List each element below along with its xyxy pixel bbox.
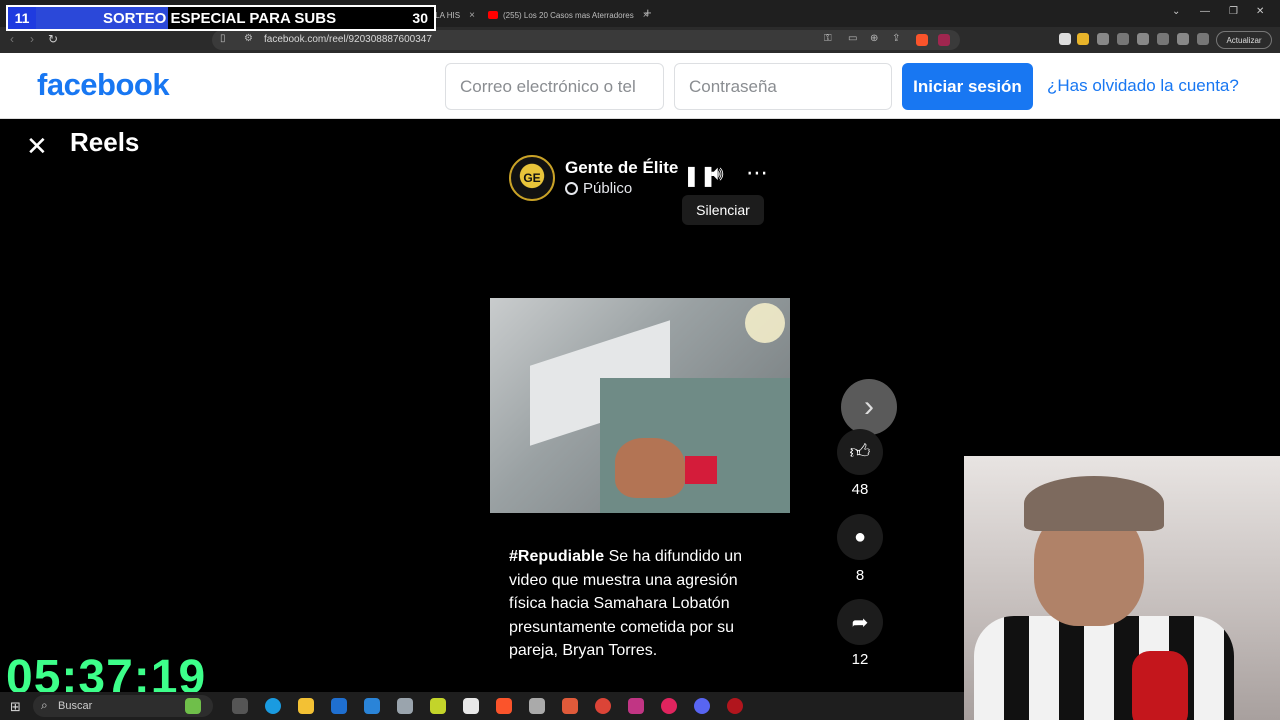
search-icon: ⌕ xyxy=(41,698,48,712)
privacy-label: Público xyxy=(565,180,632,197)
facebook-logo[interactable]: facebook xyxy=(37,67,170,103)
webcam-frame xyxy=(974,616,1234,720)
chevron-down-icon[interactable]: ⌄ xyxy=(1172,6,1180,17)
comment-icon: ● xyxy=(853,525,867,548)
search-label: Buscar xyxy=(58,700,93,712)
banner-right-number: 30 xyxy=(412,10,428,26)
more-options-icon[interactable]: ⋯ xyxy=(746,160,768,186)
browser-tab[interactable]: (255) Los 20 Casos mas Aterradores × xyxy=(480,4,657,26)
minimize-button[interactable]: — xyxy=(1200,6,1210,17)
wallet-icon[interactable] xyxy=(1157,33,1169,45)
video-frame xyxy=(615,438,685,498)
sidebar-icon[interactable] xyxy=(1137,33,1149,45)
reel-video[interactable] xyxy=(490,298,790,513)
windows-start-icon[interactable]: ⊞ xyxy=(10,699,21,715)
mail-icon[interactable] xyxy=(364,698,380,714)
instagram-icon[interactable] xyxy=(628,698,644,714)
comment-button[interactable]: ● xyxy=(837,514,883,560)
screen-icon[interactable]: ▭ xyxy=(848,33,857,44)
youtube-icon xyxy=(488,11,498,19)
share-count: 12 xyxy=(851,651,869,668)
banner-text: SORTEO ESPECIAL PARA SUBS xyxy=(103,10,337,27)
vpn-icon[interactable] xyxy=(1197,33,1209,45)
window-close-button[interactable]: ✕ xyxy=(1256,6,1264,17)
volume-icon[interactable]: 🔊︎ xyxy=(711,163,724,186)
video-frame xyxy=(745,303,785,343)
chrome-icon[interactable] xyxy=(595,698,611,714)
comment-count: 8 xyxy=(855,567,865,584)
password-field[interactable]: Contraseña xyxy=(674,63,892,110)
discord-icon[interactable] xyxy=(694,698,710,714)
video-frame xyxy=(685,456,717,484)
tab-title: (255) Los 20 Casos mas Aterradores xyxy=(503,10,634,20)
app-icon[interactable] xyxy=(562,698,578,714)
taskbar-search[interactable]: ⌕ Buscar xyxy=(33,695,213,717)
bookmark-icon[interactable]: ▯ xyxy=(220,33,226,44)
login-button[interactable]: Iniciar sesión xyxy=(902,63,1033,110)
screen: (255) EL PEOR JUGADOR DE LA HIS × (255) … xyxy=(0,0,1280,720)
file-icon[interactable] xyxy=(463,698,479,714)
extension-icon[interactable] xyxy=(1059,33,1071,45)
brave-icon[interactable] xyxy=(496,698,512,714)
windows-taskbar: ⊞ ⌕ Buscar xyxy=(0,692,964,720)
update-button[interactable]: Actualizar xyxy=(1216,31,1272,49)
reel-caption: #Repudiable Se ha difundido un video que… xyxy=(509,545,777,663)
reload-button[interactable]: ↻ xyxy=(48,32,58,46)
app-icon[interactable] xyxy=(430,698,446,714)
rubik-cube-icon xyxy=(185,698,201,714)
url-text: facebook.com/reel/920308887600347 xyxy=(264,34,432,45)
close-icon[interactable]: × xyxy=(469,10,475,21)
page-name[interactable]: Gente de Élite xyxy=(565,158,678,178)
webcam-frame xyxy=(1132,651,1188,720)
app-icon[interactable] xyxy=(529,698,545,714)
webcam-frame xyxy=(1024,476,1164,531)
brave-shield-icon[interactable] xyxy=(916,34,928,46)
media-player-icon[interactable] xyxy=(661,698,677,714)
privacy-text: Público xyxy=(583,180,633,197)
ai-icon[interactable] xyxy=(1177,33,1189,45)
close-icon[interactable]: ✕ xyxy=(26,131,48,162)
puzzle-icon[interactable] xyxy=(1097,33,1109,45)
thumbs-up-icon: 👍︎ xyxy=(849,441,871,463)
facebook-header: facebook Correo electrónico o tel Contra… xyxy=(0,53,1280,119)
mute-tooltip: Silenciar xyxy=(682,195,764,225)
photos-icon[interactable] xyxy=(397,698,413,714)
page-title: Reels xyxy=(70,127,140,157)
forward-button[interactable]: › xyxy=(30,32,34,46)
folder-icon[interactable] xyxy=(298,698,314,714)
caption-hashtag[interactable]: #Repudiable xyxy=(509,548,604,565)
back-button[interactable]: ‹ xyxy=(10,32,14,46)
giveaway-banner: 11 SORTEO ESPECIAL PARA SUBS 30 xyxy=(6,5,436,31)
forgot-account-link[interactable]: ¿Has olvidado la cuenta? xyxy=(1047,76,1239,96)
webcam-overlay xyxy=(964,456,1280,720)
extension-icon[interactable] xyxy=(1077,33,1089,45)
next-reel-button[interactable]: › xyxy=(841,379,897,435)
globe-icon xyxy=(565,182,578,195)
share-icon[interactable]: ⇪ xyxy=(892,33,900,44)
restore-button[interactable]: ❐ xyxy=(1229,6,1238,17)
brave-rewards-icon[interactable] xyxy=(938,34,950,46)
share-button[interactable]: ➦ xyxy=(837,599,883,645)
avatar[interactable]: GE xyxy=(509,155,555,201)
address-bar[interactable]: ▯ ⚙ facebook.com/reel/920308887600347 ⚿ … xyxy=(212,30,960,50)
email-field[interactable]: Correo electrónico o tel xyxy=(445,63,664,110)
edge-icon[interactable] xyxy=(265,698,281,714)
key-icon[interactable]: ⚿ xyxy=(824,33,832,44)
app-icon[interactable] xyxy=(727,698,743,714)
zoom-icon[interactable]: ⊕ xyxy=(870,33,878,44)
like-count: 48 xyxy=(851,481,869,498)
new-tab-button[interactable]: + xyxy=(644,5,652,20)
store-icon[interactable] xyxy=(331,698,347,714)
share-icon: ➦ xyxy=(851,611,869,634)
like-button[interactable]: 👍︎ xyxy=(837,429,883,475)
site-info-icon[interactable]: ⚙ xyxy=(244,33,253,44)
music-icon[interactable] xyxy=(1117,33,1129,45)
banner-left-number: 11 xyxy=(8,7,36,29)
task-view-icon[interactable] xyxy=(232,698,248,714)
